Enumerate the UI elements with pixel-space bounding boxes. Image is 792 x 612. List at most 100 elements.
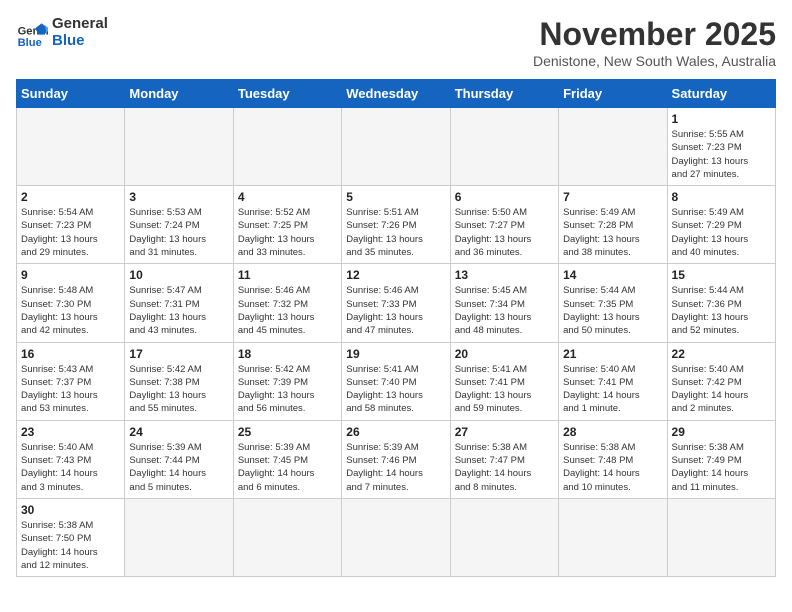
calendar-week-row: 30 Sunrise: 5:38 AM Sunset: 7:50 PM Dayli… bbox=[17, 498, 776, 576]
day-info: Sunrise: 5:42 AM Sunset: 7:38 PM Dayligh… bbox=[129, 363, 228, 416]
day-number: 6 bbox=[455, 190, 554, 204]
day-number: 18 bbox=[238, 347, 337, 361]
day-number: 28 bbox=[563, 425, 662, 439]
calendar-cell: 13 Sunrise: 5:45 AM Sunset: 7:34 PM Dayli… bbox=[450, 264, 558, 342]
calendar-week-row: 2Sunrise: 5:54 AM Sunset: 7:23 PM Daylig… bbox=[17, 186, 776, 264]
day-info: Sunrise: 5:39 AM Sunset: 7:45 PM Dayligh… bbox=[238, 441, 337, 494]
day-number: 9 bbox=[21, 268, 120, 282]
day-info: Sunrise: 5:43 AM Sunset: 7:37 PM Dayligh… bbox=[21, 363, 120, 416]
column-header-saturday: Saturday bbox=[667, 80, 775, 108]
calendar-cell: 25 Sunrise: 5:39 AM Sunset: 7:45 PM Dayli… bbox=[233, 420, 341, 498]
day-info: Sunrise: 5:45 AM Sunset: 7:34 PM Dayligh… bbox=[455, 284, 554, 337]
calendar-cell bbox=[342, 498, 450, 576]
day-number: 16 bbox=[21, 347, 120, 361]
day-info: Sunrise: 5:47 AM Sunset: 7:31 PM Dayligh… bbox=[129, 284, 228, 337]
calendar-cell: 21Sunrise: 5:40 AM Sunset: 7:41 PM Dayli… bbox=[559, 342, 667, 420]
calendar-cell: 8 Sunrise: 5:49 AM Sunset: 7:29 PM Daylig… bbox=[667, 186, 775, 264]
day-info: Sunrise: 5:40 AM Sunset: 7:42 PM Dayligh… bbox=[672, 363, 771, 416]
day-info: Sunrise: 5:40 AM Sunset: 7:43 PM Dayligh… bbox=[21, 441, 120, 494]
day-info: Sunrise: 5:46 AM Sunset: 7:32 PM Dayligh… bbox=[238, 284, 337, 337]
calendar-cell bbox=[233, 108, 341, 186]
column-header-wednesday: Wednesday bbox=[342, 80, 450, 108]
calendar-cell bbox=[667, 498, 775, 576]
day-number: 8 bbox=[672, 190, 771, 204]
calendar-cell: 18Sunrise: 5:42 AM Sunset: 7:39 PM Dayli… bbox=[233, 342, 341, 420]
calendar-cell bbox=[233, 498, 341, 576]
calendar-cell bbox=[17, 108, 125, 186]
calendar-cell: 27 Sunrise: 5:38 AM Sunset: 7:47 PM Dayli… bbox=[450, 420, 558, 498]
day-number: 30 bbox=[21, 503, 120, 517]
column-header-friday: Friday bbox=[559, 80, 667, 108]
day-number: 14 bbox=[563, 268, 662, 282]
calendar-cell bbox=[450, 498, 558, 576]
calendar-cell: 1Sunrise: 5:55 AM Sunset: 7:23 PM Daylig… bbox=[667, 108, 775, 186]
calendar-cell: 28Sunrise: 5:38 AM Sunset: 7:48 PM Dayli… bbox=[559, 420, 667, 498]
day-number: 17 bbox=[129, 347, 228, 361]
day-number: 25 bbox=[238, 425, 337, 439]
day-info: Sunrise: 5:48 AM Sunset: 7:30 PM Dayligh… bbox=[21, 284, 120, 337]
logo-general-text: General bbox=[52, 16, 108, 33]
calendar-cell: 23Sunrise: 5:40 AM Sunset: 7:43 PM Dayli… bbox=[17, 420, 125, 498]
svg-text:Blue: Blue bbox=[18, 36, 42, 48]
calendar-week-row: 1Sunrise: 5:55 AM Sunset: 7:23 PM Daylig… bbox=[17, 108, 776, 186]
calendar-cell: 10Sunrise: 5:47 AM Sunset: 7:31 PM Dayli… bbox=[125, 264, 233, 342]
day-info: Sunrise: 5:50 AM Sunset: 7:27 PM Dayligh… bbox=[455, 206, 554, 259]
day-number: 27 bbox=[455, 425, 554, 439]
calendar-cell bbox=[342, 108, 450, 186]
day-number: 5 bbox=[346, 190, 445, 204]
logo: General Blue General Blue bbox=[16, 16, 108, 49]
calendar-cell: 20 Sunrise: 5:41 AM Sunset: 7:41 PM Dayli… bbox=[450, 342, 558, 420]
calendar-cell: 11 Sunrise: 5:46 AM Sunset: 7:32 PM Dayli… bbox=[233, 264, 341, 342]
calendar-cell bbox=[450, 108, 558, 186]
logo-icon: General Blue bbox=[16, 17, 48, 49]
day-number: 21 bbox=[563, 347, 662, 361]
day-info: Sunrise: 5:44 AM Sunset: 7:35 PM Dayligh… bbox=[563, 284, 662, 337]
day-info: Sunrise: 5:55 AM Sunset: 7:23 PM Dayligh… bbox=[672, 128, 771, 181]
day-number: 12 bbox=[346, 268, 445, 282]
calendar-cell: 19 Sunrise: 5:41 AM Sunset: 7:40 PM Dayli… bbox=[342, 342, 450, 420]
day-number: 24 bbox=[129, 425, 228, 439]
day-number: 2 bbox=[21, 190, 120, 204]
calendar-cell: 2Sunrise: 5:54 AM Sunset: 7:23 PM Daylig… bbox=[17, 186, 125, 264]
day-number: 3 bbox=[129, 190, 228, 204]
day-info: Sunrise: 5:46 AM Sunset: 7:33 PM Dayligh… bbox=[346, 284, 445, 337]
title-block: November 2025 Denistone, New South Wales… bbox=[533, 16, 776, 69]
calendar-cell: 9 Sunrise: 5:48 AM Sunset: 7:30 PM Daylig… bbox=[17, 264, 125, 342]
month-title: November 2025 bbox=[533, 16, 776, 53]
page-header: General Blue General Blue November 2025 … bbox=[16, 16, 776, 69]
column-header-tuesday: Tuesday bbox=[233, 80, 341, 108]
day-number: 4 bbox=[238, 190, 337, 204]
calendar-cell: 4 Sunrise: 5:52 AM Sunset: 7:25 PM Daylig… bbox=[233, 186, 341, 264]
day-number: 26 bbox=[346, 425, 445, 439]
day-info: Sunrise: 5:52 AM Sunset: 7:25 PM Dayligh… bbox=[238, 206, 337, 259]
calendar-cell: 3 Sunrise: 5:53 AM Sunset: 7:24 PM Daylig… bbox=[125, 186, 233, 264]
day-info: Sunrise: 5:41 AM Sunset: 7:41 PM Dayligh… bbox=[455, 363, 554, 416]
calendar-cell: 16 Sunrise: 5:43 AM Sunset: 7:37 PM Dayli… bbox=[17, 342, 125, 420]
calendar-cell: 30 Sunrise: 5:38 AM Sunset: 7:50 PM Dayli… bbox=[17, 498, 125, 576]
calendar-week-row: 23Sunrise: 5:40 AM Sunset: 7:43 PM Dayli… bbox=[17, 420, 776, 498]
calendar-cell: 5 Sunrise: 5:51 AM Sunset: 7:26 PM Daylig… bbox=[342, 186, 450, 264]
calendar-week-row: 16 Sunrise: 5:43 AM Sunset: 7:37 PM Dayli… bbox=[17, 342, 776, 420]
calendar-cell: 29Sunrise: 5:38 AM Sunset: 7:49 PM Dayli… bbox=[667, 420, 775, 498]
calendar-cell: 14 Sunrise: 5:44 AM Sunset: 7:35 PM Dayli… bbox=[559, 264, 667, 342]
calendar-cell: 15Sunrise: 5:44 AM Sunset: 7:36 PM Dayli… bbox=[667, 264, 775, 342]
day-info: Sunrise: 5:38 AM Sunset: 7:47 PM Dayligh… bbox=[455, 441, 554, 494]
day-info: Sunrise: 5:49 AM Sunset: 7:29 PM Dayligh… bbox=[672, 206, 771, 259]
day-number: 15 bbox=[672, 268, 771, 282]
logo-blue-text: Blue bbox=[52, 33, 108, 50]
day-number: 20 bbox=[455, 347, 554, 361]
calendar-cell: 7Sunrise: 5:49 AM Sunset: 7:28 PM Daylig… bbox=[559, 186, 667, 264]
day-number: 22 bbox=[672, 347, 771, 361]
column-header-sunday: Sunday bbox=[17, 80, 125, 108]
calendar-cell: 22 Sunrise: 5:40 AM Sunset: 7:42 PM Dayli… bbox=[667, 342, 775, 420]
calendar-header-row: SundayMondayTuesdayWednesdayThursdayFrid… bbox=[17, 80, 776, 108]
day-info: Sunrise: 5:38 AM Sunset: 7:50 PM Dayligh… bbox=[21, 519, 120, 572]
day-info: Sunrise: 5:51 AM Sunset: 7:26 PM Dayligh… bbox=[346, 206, 445, 259]
day-info: Sunrise: 5:53 AM Sunset: 7:24 PM Dayligh… bbox=[129, 206, 228, 259]
day-number: 11 bbox=[238, 268, 337, 282]
calendar-week-row: 9 Sunrise: 5:48 AM Sunset: 7:30 PM Daylig… bbox=[17, 264, 776, 342]
day-number: 13 bbox=[455, 268, 554, 282]
day-number: 19 bbox=[346, 347, 445, 361]
day-info: Sunrise: 5:41 AM Sunset: 7:40 PM Dayligh… bbox=[346, 363, 445, 416]
calendar-cell bbox=[125, 108, 233, 186]
